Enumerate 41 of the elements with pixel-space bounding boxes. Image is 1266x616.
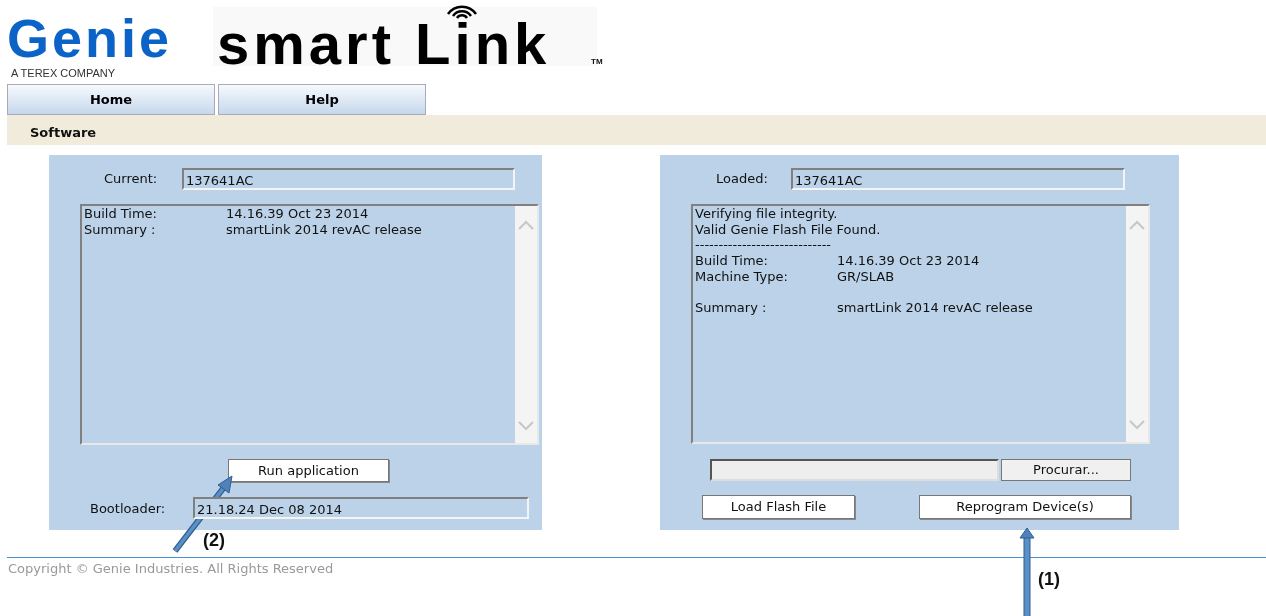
nav-tab[interactable]: Help (218, 84, 426, 115)
info-value: GR/SLAB (837, 268, 895, 284)
info-line: Verifying file integrity. (695, 206, 838, 221)
info-value: 14.16.39 Oct 23 2014 (837, 253, 980, 269)
annotation-label: (2) (203, 529, 225, 552)
reprogram-devices-button[interactable]: Reprogram Device(s) (919, 495, 1131, 519)
info-line: Valid Genie Flash File Found. (695, 221, 881, 237)
info-label: Machine Type: (695, 268, 789, 285)
file-path-field[interactable] (710, 459, 999, 481)
brand-tagline: A TEREX COMPANY (11, 66, 116, 79)
browse-button[interactable]: Procurar... (1001, 459, 1131, 481)
info-label: Build Time: (84, 206, 158, 222)
info-label: Build Time: (695, 253, 769, 269)
scroll-down-icon (518, 421, 534, 431)
info-value: smartLink 2014 revAC release (837, 300, 1033, 316)
info-label: Summary : (84, 221, 157, 238)
product-logo: smart Link (217, 21, 551, 67)
trademark-mark: TM (591, 56, 603, 68)
brand-logo: Genie (7, 14, 173, 62)
info-label: Summary : (695, 300, 768, 316)
info-text-area[interactable]: Build Time: 14.16.39 Oct 23 2014 Summary : smartLink 2014 revAC release (80, 204, 539, 445)
scroll-up-icon (518, 220, 534, 230)
info-line: ----------------------------- (695, 237, 832, 253)
info-value: smartLink 2014 revAC release (226, 221, 422, 237)
field-label: Loaded: (716, 170, 768, 188)
field-label: Bootloader: (90, 500, 166, 518)
scroll-up-icon (1129, 220, 1145, 230)
field-label: Current: (104, 170, 158, 188)
nav-tab[interactable]: Home (7, 84, 215, 115)
wifi-icon (444, 3, 479, 19)
load-flash-file-button[interactable]: Load Flash File (702, 495, 855, 519)
bootloader-field[interactable]: 21.18.24 Dec 08 2014 (193, 497, 529, 519)
section-title: Software (7, 115, 1266, 145)
info-text-area[interactable]: Verifying file integrity. Valid Genie Flash File Found. ----------------------------- Build Time: 14.16.39 Oct 23 2014 Machine Type: GR/SLAB Summary : smartLink 2014 revAC release (691, 204, 1150, 444)
info-value: 14.16.39 Oct 23 2014 (226, 206, 369, 221)
loaded-version-field[interactable]: 137641AC (791, 168, 1125, 190)
run-application-button[interactable]: Run application (228, 459, 389, 482)
annotation-label: (1) (1038, 568, 1060, 591)
current-version-field[interactable]: 137641AC (182, 168, 515, 190)
copyright-text: Copyright © Genie Industries. All Rights Reserved (8, 560, 334, 578)
scroll-down-icon (1129, 420, 1145, 430)
